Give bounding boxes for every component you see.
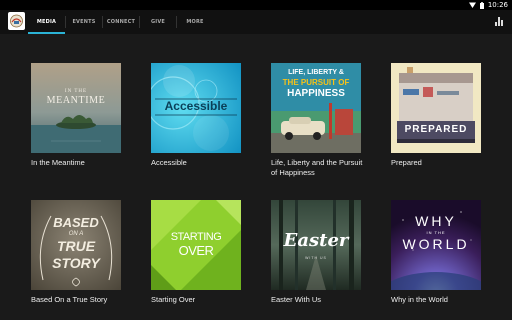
series-artwork[interactable]: BASED ON A TRUE STORY [31, 200, 121, 290]
series-title: Starting Over [151, 295, 196, 304]
art-title-top: BASED [53, 215, 99, 230]
status-bar: 10:26 [0, 0, 512, 10]
wifi-icon [468, 2, 476, 8]
battery-icon [479, 1, 484, 9]
art-title-mid: THE PURSUIT OF [282, 78, 350, 87]
series-title: Based On a True Story [31, 295, 108, 304]
series-title: In the Meantime [31, 158, 85, 167]
art-title-main: Accessible [164, 99, 228, 113]
app-bar: MEDIA EVENTS CONNECT GIVE MORE [0, 10, 512, 34]
status-icons: 10:26 [468, 0, 508, 10]
series-artwork[interactable]: LIFE, LIBERTY & THE PURSUIT OF HAPPINESS [271, 63, 361, 153]
series-title: Life, Liberty and the Pursuit of Happine… [271, 158, 363, 177]
art-title-top: WHY [415, 213, 457, 229]
art-title-top: IN THE [64, 89, 88, 94]
series-artwork[interactable]: IN THE MEANTIME [31, 63, 121, 153]
tab-events[interactable]: EVENTS [66, 10, 102, 34]
series-artwork[interactable]: Accessible [151, 63, 241, 153]
art-title-main: TRUE [56, 238, 96, 254]
art-title-main: MEANTIME [46, 95, 106, 106]
tab-media[interactable]: MEDIA [28, 10, 65, 34]
tab-give[interactable]: GIVE [140, 10, 176, 34]
series-artwork[interactable]: WHY IN THE WORLD [391, 200, 481, 290]
status-time: 10:26 [487, 1, 508, 9]
art-title-mid: ON A [68, 231, 84, 237]
series-artwork[interactable]: STARTING OVER [151, 200, 241, 290]
art-title-top: STARTING [170, 231, 222, 243]
art-title-main: Easter [283, 230, 349, 251]
tab-bar: MEDIA EVENTS CONNECT GIVE MORE [28, 10, 213, 34]
art-title-sub: WITH US [305, 256, 327, 260]
series-title: Prepared [391, 158, 422, 167]
analytics-icon[interactable] [495, 17, 503, 26]
tab-connect[interactable]: CONNECT [103, 10, 139, 34]
art-title-main: OVER [178, 243, 214, 258]
art-title-main: HAPPINESS [287, 88, 345, 99]
art-title-bottom: STORY [52, 255, 100, 271]
series-title: Easter With Us [271, 295, 322, 304]
series-artwork[interactable]: PREPARED [391, 63, 481, 153]
church-logo[interactable] [8, 12, 25, 30]
media-grid: IN THE MEANTIME In the Meantime Accessib… [0, 34, 512, 320]
art-title-mid: IN THE [426, 230, 446, 235]
art-title-top: LIFE, LIBERTY & [288, 69, 344, 76]
art-title-main: PREPARED [404, 124, 468, 135]
series-title: Why in the World [391, 295, 448, 304]
series-title: Accessible [151, 158, 187, 167]
series-artwork[interactable]: Easter WITH US [271, 200, 361, 290]
art-title-main: WORLD [402, 236, 470, 252]
tab-more[interactable]: MORE [177, 10, 213, 34]
